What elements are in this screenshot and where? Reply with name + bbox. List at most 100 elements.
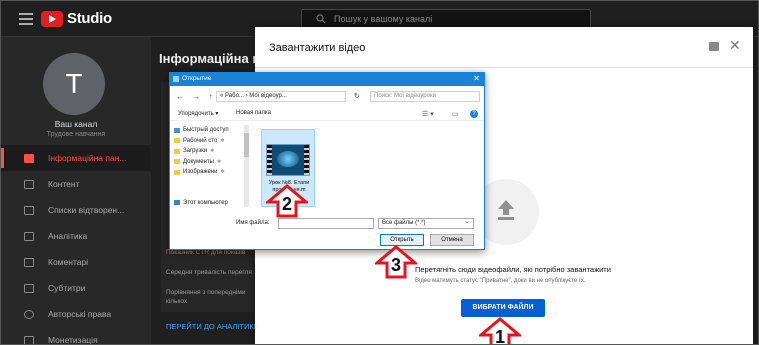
address-input[interactable]: « Рабо... › Мої відеоур... (216, 91, 346, 102)
sidebar: T Ваш канал Трудове навчання Інформаційн… (1, 37, 151, 345)
page-title: Інформаційна па (159, 51, 268, 66)
tree-label: Рабочий сто (183, 137, 218, 144)
computer-icon (174, 200, 180, 206)
dialog-title: Открытие (182, 75, 212, 82)
sidebar-item-comments[interactable]: Коментарі (1, 249, 151, 275)
sidebar-item-label: Авторські права (48, 309, 112, 319)
annotation-number: 2 (281, 194, 292, 214)
tree-label: Быстрый доступ (183, 127, 229, 134)
search-icon (316, 14, 326, 24)
video-icon (24, 179, 34, 189)
channel-name: Ваш канал (54, 119, 98, 129)
copyright-icon (24, 309, 34, 319)
dialog-close-icon[interactable]: ✕ (473, 74, 480, 83)
sidebar-item-content[interactable]: Контент (1, 171, 151, 197)
close-icon[interactable]: ✕ (729, 37, 741, 54)
upload-arrow-icon (498, 200, 514, 220)
stat-compare: Порівняння з попередніми (166, 289, 246, 296)
feedback-icon[interactable] (709, 42, 719, 51)
avatar[interactable]: T (43, 53, 105, 115)
nav-arrows-icon[interactable]: ← → ↑ (176, 92, 215, 101)
video-thumbnail-icon (266, 144, 310, 176)
select-files-button[interactable]: ВИБРАТИ ФАЙЛИ (461, 299, 545, 317)
modal-title: Завантажити відео (269, 42, 366, 54)
tree-scroll-thumb[interactable] (244, 133, 249, 157)
tree-item-desktop[interactable]: Рабочий сто ✱ (174, 136, 254, 147)
tree-item-documents[interactable]: Документы ✱ (174, 157, 254, 168)
tree-item-this-pc[interactable]: Этот компьютер (174, 198, 254, 209)
folder-tree: Быстрый доступ Рабочий сто ✱ Загрузки ✱ До… (174, 125, 254, 221)
youtube-logo-icon (41, 10, 63, 27)
annotation-number: 1 (494, 327, 505, 345)
screenshot-frame: Studio Пошук у вашому каналі T Ваш канал… (0, 0, 759, 345)
analytics-icon (24, 231, 34, 241)
tree-label: Изображени (183, 169, 218, 176)
organize-button[interactable]: Упорядочить ▾ (178, 110, 218, 117)
comments-icon (24, 257, 34, 267)
stat-ctr: Показник CTR для показів (166, 249, 246, 256)
filename-input[interactable] (278, 218, 374, 229)
sidebar-item-label: Коментарі (48, 257, 89, 267)
pin-icon: ✱ (220, 169, 225, 176)
refresh-icon[interactable]: ↻ (354, 92, 360, 100)
divider (255, 67, 753, 68)
filename-label: Имя файла: (236, 220, 270, 226)
dialog-search-input[interactable]: Поиск: Мої відеоуроки (370, 91, 480, 102)
folder-icon (174, 169, 180, 175)
file-open-dialog: Открытие ✕ ← → ↑ « Рабо... › Мої відеоур… (169, 72, 485, 250)
playlist-icon (24, 205, 34, 215)
analytics-link[interactable]: ПЕРЕЙТИ ДО АНАЛІТИКИ (166, 322, 259, 331)
stat-compare-cont: кількох (166, 298, 188, 305)
menu-icon[interactable] (19, 13, 33, 25)
tree-label: Этот компьютер (183, 199, 228, 206)
sidebar-item-label: Монетизація (48, 335, 98, 345)
file-type-select[interactable]: Все файлы (*.*) (378, 217, 474, 229)
sidebar-item-dashboard[interactable]: Інформаційна пан... (1, 145, 151, 171)
sidebar-item-monetization[interactable]: Монетизація (1, 327, 151, 345)
cancel-button[interactable]: Отмена (430, 234, 474, 246)
dashboard-icon (24, 153, 34, 163)
sidebar-item-label: Інформаційна пан... (48, 153, 127, 163)
address-bar: ← → ↑ « Рабо... › Мої відеоур... ↻ Поиск… (170, 89, 484, 105)
tree-label: Документы (183, 158, 214, 165)
help-icon[interactable]: ? (470, 110, 478, 118)
sidebar-item-label: Субтитри (48, 283, 86, 293)
pin-icon: ✱ (216, 158, 222, 165)
sidebar-nav: Інформаційна пан... Контент Списки відтв… (1, 145, 151, 345)
tree-label: Загрузки (183, 148, 208, 155)
view-options-icon[interactable]: ☰ ▾ (422, 110, 434, 118)
dialog-toolbar: Упорядочить ▾ Новая папка ☰ ▾ ▭ ? (170, 107, 484, 121)
sidebar-item-subtitles[interactable]: Субтитри (1, 275, 151, 301)
dialog-titlebar: Открытие ✕ (170, 73, 484, 86)
sidebar-item-label: Аналітика (48, 231, 88, 241)
annotation-step-2: 2 (266, 184, 308, 218)
studio-logo[interactable]: Studio (41, 10, 112, 27)
pin-icon: ✱ (220, 137, 225, 144)
stat-avg-duration: Середня тривалість перегля (166, 269, 252, 276)
money-icon (24, 335, 34, 344)
filename-row: Имя файла: Все файлы (*.*) (170, 217, 484, 231)
annotation-step-3: 3 (375, 245, 417, 279)
star-icon (174, 127, 180, 133)
new-folder-button[interactable]: Новая папка (236, 110, 271, 116)
search-placeholder: Пошук у вашому каналі (334, 14, 433, 24)
preview-pane-icon[interactable]: ▭ (452, 110, 459, 118)
search-input[interactable]: Пошук у вашому каналі (301, 9, 591, 29)
folder-icon (174, 148, 180, 154)
sidebar-item-copyright[interactable]: Авторські права (1, 301, 151, 327)
sidebar-item-label: Списки відтворен... (48, 205, 125, 215)
logo-text: Studio (67, 10, 112, 27)
sidebar-item-playlists[interactable]: Списки відтворен... (1, 197, 151, 223)
tree-item-pictures[interactable]: Изображени ✱ (174, 167, 254, 178)
drop-instructions: Перетягніть сюди відеофайли, які потрібн… (415, 265, 611, 274)
sidebar-item-analytics[interactable]: Аналітика (1, 223, 151, 249)
privacy-note: Відео матимуть статус "Приватне", доки в… (415, 278, 586, 284)
channel-subtitle: Трудове навчання (46, 131, 106, 138)
annotation-step-1: 1 (479, 317, 521, 345)
annotation-number: 3 (390, 255, 401, 275)
tree-item-downloads[interactable]: Загрузки ✱ (174, 146, 254, 157)
tree-item-quick-access[interactable]: Быстрый доступ (174, 125, 254, 136)
folder-icon (174, 159, 180, 165)
sidebar-item-label: Контент (48, 179, 80, 189)
pin-icon: ✱ (210, 148, 215, 155)
